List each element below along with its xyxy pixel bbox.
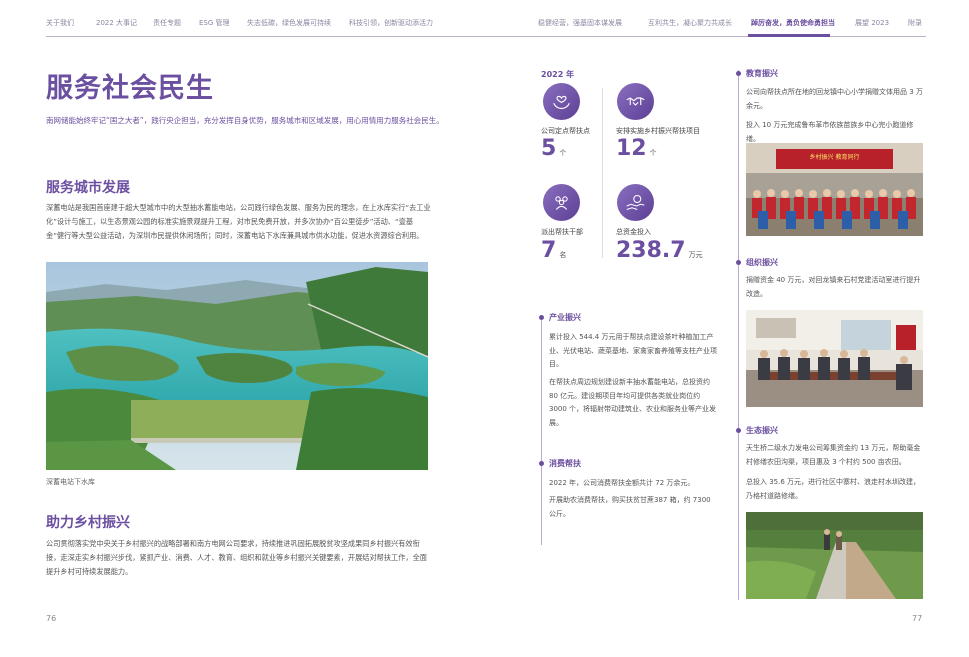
organization-text-1: 捐赠资金 40 万元，对回龙镇来石村党建活动室进行提升改造。 [746,276,921,298]
section-heading-rural: 助力乡村振兴 [46,515,130,531]
stat-label-projects: 安排实施乡村振兴帮扶项目 [616,127,700,135]
money-hand-icon [617,184,654,221]
stats-year: 2022 年 [541,70,575,79]
page-number-left: 76 [46,614,57,623]
page-number-right: 77 [912,614,923,623]
top-navigation: 关于我们 2022 大事记 责任专题 ESG 管理 失志低碳，绿色发展可持续 科… [46,18,926,32]
section-heading-city: 服务城市发展 [46,180,130,196]
nav-item-operation[interactable]: 稳健经营，强基固本谋发展 [538,18,622,28]
photo-caption: 深蓄电站下水库 [46,478,95,486]
stat-label-points: 公司定点帮扶点 [541,127,590,135]
ecology-text-1: 天生桥二级水力发电公司筹集资金约 13 万元，帮助毫金村修缮农田沟渠，项目惠及 … [746,444,921,466]
education-text-1: 公司向帮扶点所在地的回龙镇中心小学捐赠文体用品 3 万余元。 [746,88,923,110]
reservoir-photo [46,262,428,470]
page-intro: 南网储能始终牢记“国之大者”，践行央企担当，充分发挥自身优势，服务城市和区域发展… [46,116,444,125]
nav-item-green[interactable]: 失志低碳，绿色发展可持续 [247,18,331,28]
people-icon [543,184,580,221]
nav-item-topics[interactable]: 责任专题 [153,18,181,28]
ecology-text-2: 总投入 35.6 万元，进行社区中寨村、浪走村水圳改建，乃格村道路修缮。 [746,478,921,500]
timeline-dot [736,71,741,76]
timeline-right [738,70,739,600]
nav-item-outlook[interactable]: 展望 2023 [855,18,889,28]
stats-divider [602,88,603,258]
timeline-middle [541,315,542,545]
nav-item-appendix[interactable]: 附录 [908,18,922,28]
stat-value-projects: 12 个 [616,136,657,161]
nav-item-cooperation[interactable]: 互利共生，凝心聚力共成长 [648,18,732,28]
section-heading-ecology: 生态振兴 [746,426,778,435]
section-heading-education: 教育振兴 [746,69,778,78]
section-heading-industry: 产业振兴 [549,313,581,322]
industry-text-1: 累计投入 544.4 万元用于帮扶点建设茶叶种植加工产业、光伏电站、蔬菜基地、家… [549,333,717,368]
industry-text-2: 在帮扶点周边规划建设新丰抽水蓄能电站，总投资约 80 亿元。建设期项目年均可提供… [549,378,717,427]
timeline-dot [736,260,741,265]
stat-value-cadres: 7名 [541,238,567,263]
timeline-dot [539,461,544,466]
photo-banner-text: 乡村振兴 教育同行 [809,154,860,161]
nav-item-about[interactable]: 关于我们 [46,18,74,28]
stat-value-funds: 238.7 万元 [616,238,703,263]
section-text-rural: 公司贯彻落实党中央关于乡村振兴的战略部署和南方电网公司要求，持续推进巩固拓展脱贫… [46,539,427,576]
section-text-city: 深蓄电站是我国首座建于超大型城市中的大型抽水蓄能电站，公司践行绿色发展、服务为民… [46,203,431,240]
timeline-dot [539,315,544,320]
stat-value-points: 5个 [541,136,567,161]
nav-item-esg[interactable]: ESG 管理 [199,18,230,28]
timeline-dot [736,428,741,433]
school-donation-photo: 乡村振兴 教育同行 [746,143,923,236]
heart-hands-icon [543,83,580,120]
consumption-text-1: 2022 年，公司消费帮扶金额共计 72 万余元。 [549,479,695,487]
page-title: 服务社会民生 [46,73,214,104]
handshake-icon [617,83,654,120]
stat-label-funds: 总资金投入 [616,228,651,236]
nav-active-indicator [748,34,830,37]
canal-photo [746,512,923,599]
nav-item-responsibility[interactable]: 踔厉奋发，勇负使命勇担当 [751,18,835,28]
consumption-text-2: 开展助农消费帮扶，购买扶贫甘蔗387 箱，约 7300 公斤。 [549,496,711,518]
meeting-room-photo [746,310,923,407]
section-heading-organization: 组织振兴 [746,258,778,267]
nav-item-events[interactable]: 2022 大事记 [96,18,137,28]
education-text-2: 投入 10 万元完成鲁布革市依族苗族乡中心完小跑道修缮。 [746,121,914,143]
section-heading-consumption: 消费帮扶 [549,459,581,468]
nav-item-tech[interactable]: 科技引领，创新驱动添活力 [349,18,433,28]
stat-label-cadres: 派出帮扶干部 [541,228,583,236]
